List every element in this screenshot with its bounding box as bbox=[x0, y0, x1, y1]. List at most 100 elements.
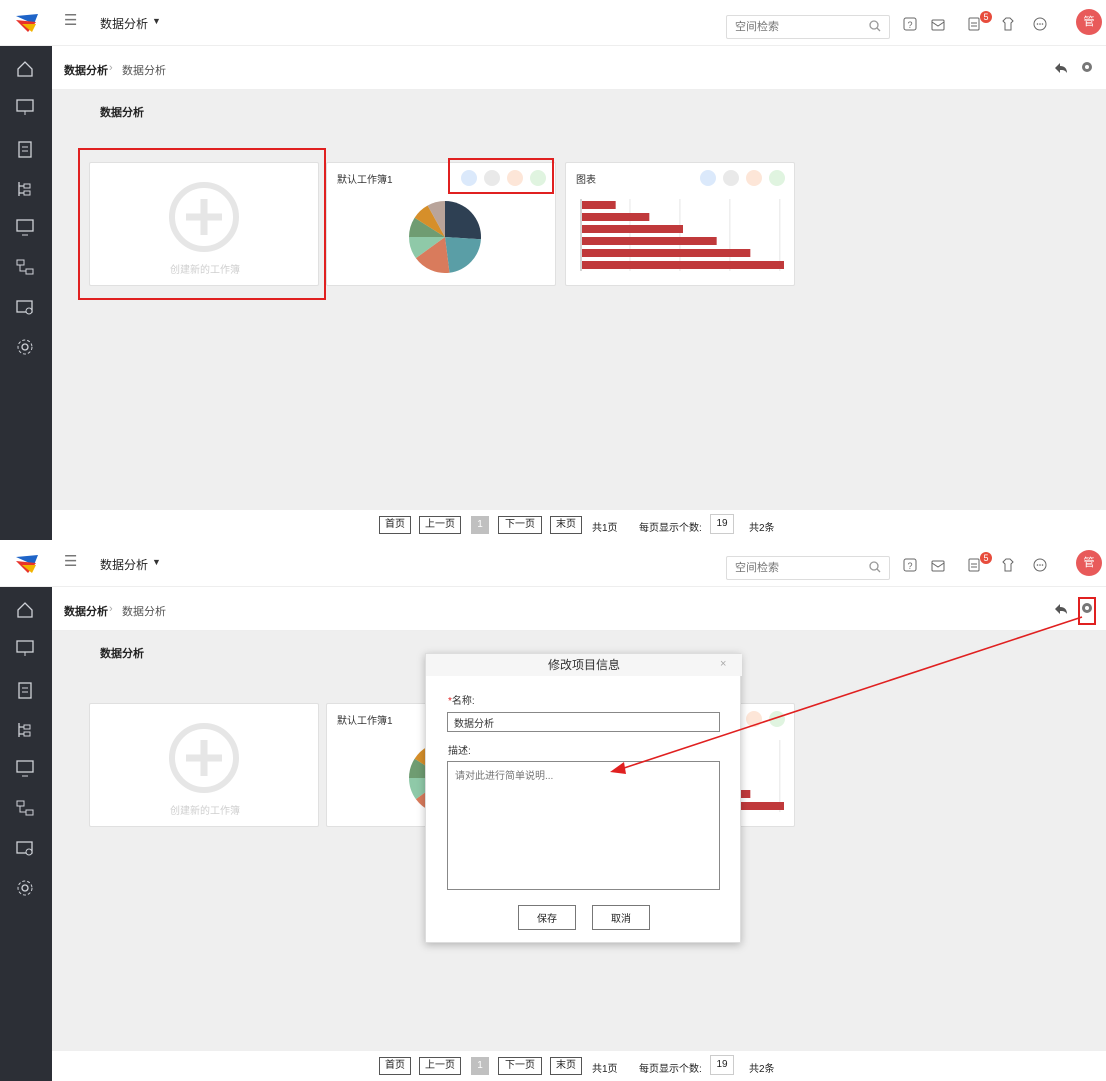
sidebar bbox=[0, 587, 52, 1081]
last-page-button[interactable]: 末页 bbox=[550, 516, 582, 534]
page-size-input[interactable]: 19 bbox=[710, 1055, 734, 1075]
page-size-input[interactable]: 19 bbox=[710, 514, 734, 534]
breadcrumb-root[interactable]: 数据分析 bbox=[64, 62, 108, 78]
back-icon[interactable] bbox=[1054, 603, 1068, 615]
search-input[interactable] bbox=[726, 15, 890, 39]
settings-icon[interactable] bbox=[1080, 60, 1094, 74]
app-title[interactable]: 数据分析 bbox=[100, 15, 148, 32]
help-icon[interactable]: ? bbox=[902, 16, 918, 32]
first-page-button[interactable]: 首页 bbox=[379, 1057, 411, 1075]
workbook-card-title: 默认工作簿1 bbox=[337, 175, 393, 186]
bar bbox=[582, 261, 784, 269]
share-icon[interactable] bbox=[769, 711, 785, 727]
next-page-button[interactable]: 下一页 bbox=[498, 1057, 542, 1075]
pagination: 首页 上一页 1 下一页 末页 共1页 每页显示个数: 19 共2条 bbox=[52, 510, 1106, 540]
save-button[interactable]: 保存 bbox=[518, 905, 576, 930]
presentation-icon[interactable] bbox=[14, 637, 36, 659]
skin-icon[interactable] bbox=[1000, 16, 1016, 32]
cancel-button[interactable]: 取消 bbox=[592, 905, 650, 930]
avatar[interactable]: 管 bbox=[1076, 9, 1102, 35]
plus-circle-icon bbox=[169, 723, 239, 793]
last-page-button[interactable]: 末页 bbox=[550, 1057, 582, 1075]
pie-slice bbox=[445, 201, 481, 240]
top-bar: ☰ 数据分析 ▼ ? 5 管 bbox=[0, 0, 1106, 46]
total-items: 共2条 bbox=[749, 523, 775, 534]
search-icon[interactable] bbox=[868, 560, 882, 574]
skin-icon[interactable] bbox=[1000, 557, 1016, 573]
home-icon[interactable] bbox=[14, 599, 36, 621]
flow-icon[interactable] bbox=[14, 256, 36, 278]
help-icon[interactable]: ? bbox=[902, 557, 918, 573]
bar bbox=[582, 237, 717, 245]
close-icon[interactable]: × bbox=[720, 658, 726, 670]
menu-toggle-icon[interactable]: ☰ bbox=[64, 13, 80, 29]
back-icon[interactable] bbox=[1054, 62, 1068, 74]
screenshot-panel-top: ☰ 数据分析 ▼ ? 5 管 数据分析 › 数据分析 数据分析 创建新的工作簿 bbox=[0, 0, 1106, 540]
pagination: 首页 上一页 1 下一页 末页 共1页 每页显示个数: 19 共2条 bbox=[52, 1051, 1106, 1081]
breadcrumb-current: 数据分析 bbox=[122, 65, 166, 77]
app-title[interactable]: 数据分析 bbox=[100, 556, 148, 573]
bar bbox=[582, 213, 650, 221]
bar bbox=[582, 201, 616, 209]
gear-icon[interactable] bbox=[14, 877, 36, 899]
search-input[interactable] bbox=[726, 556, 890, 580]
create-workbook-label: 创建新的工作簿 bbox=[170, 806, 240, 817]
more-icon[interactable] bbox=[1032, 16, 1048, 32]
top-bar: ☰ 数据分析 ▼ ? 5 管 bbox=[0, 541, 1106, 587]
breadcrumb-bar: 数据分析 › 数据分析 bbox=[52, 46, 1106, 90]
name-label-text: 名称: bbox=[451, 696, 475, 707]
page-size-label: 每页显示个数: bbox=[639, 1064, 702, 1075]
workbook-card-title: 默认工作簿1 bbox=[337, 716, 393, 727]
search-icon[interactable] bbox=[868, 19, 882, 33]
home-icon[interactable] bbox=[14, 58, 36, 80]
current-page[interactable]: 1 bbox=[471, 1057, 489, 1075]
breadcrumb-root[interactable]: 数据分析 bbox=[64, 603, 108, 619]
mail-icon[interactable] bbox=[930, 16, 946, 32]
more-icon[interactable] bbox=[1032, 557, 1048, 573]
section-title: 数据分析 bbox=[100, 648, 144, 660]
current-page[interactable]: 1 bbox=[471, 516, 489, 534]
notification-badge: 5 bbox=[980, 552, 992, 564]
device-settings-icon[interactable] bbox=[14, 296, 36, 318]
monitor-icon[interactable] bbox=[14, 757, 36, 779]
chevron-down-icon[interactable]: ▼ bbox=[152, 557, 161, 567]
desc-label: 描述: bbox=[448, 746, 471, 757]
tree-icon[interactable] bbox=[14, 719, 36, 741]
svg-text:?: ? bbox=[907, 20, 912, 30]
next-page-button[interactable]: 下一页 bbox=[498, 516, 542, 534]
mail-icon[interactable] bbox=[930, 557, 946, 573]
monitor-icon[interactable] bbox=[14, 216, 36, 238]
section-title: 数据分析 bbox=[100, 107, 144, 119]
menu-toggle-icon[interactable]: ☰ bbox=[64, 554, 80, 570]
prev-page-button[interactable]: 上一页 bbox=[419, 1057, 461, 1075]
flow-icon[interactable] bbox=[14, 797, 36, 819]
edit-icon[interactable] bbox=[700, 170, 716, 186]
breadcrumb-separator: › bbox=[109, 603, 113, 615]
copy-icon[interactable] bbox=[723, 170, 739, 186]
chevron-down-icon[interactable]: ▼ bbox=[152, 16, 161, 26]
device-settings-icon[interactable] bbox=[14, 837, 36, 859]
create-workbook-card[interactable]: 创建新的工作簿 bbox=[89, 703, 319, 827]
presentation-icon[interactable] bbox=[14, 96, 36, 118]
clipboard-icon[interactable] bbox=[14, 138, 36, 160]
bar bbox=[582, 249, 751, 257]
first-page-button[interactable]: 首页 bbox=[379, 516, 411, 534]
chart-card[interactable]: 图表 bbox=[565, 162, 795, 286]
name-field[interactable] bbox=[447, 712, 720, 732]
share-icon[interactable] bbox=[769, 170, 785, 186]
delete-icon[interactable] bbox=[746, 711, 762, 727]
notification-badge: 5 bbox=[980, 11, 992, 23]
clipboard-icon[interactable] bbox=[14, 679, 36, 701]
pie-slice bbox=[445, 237, 481, 273]
avatar[interactable]: 管 bbox=[1076, 550, 1102, 576]
total-pages: 共1页 bbox=[592, 523, 618, 534]
tree-icon[interactable] bbox=[14, 178, 36, 200]
breadcrumb-bar: 数据分析 › 数据分析 bbox=[52, 587, 1106, 631]
gear-icon[interactable] bbox=[14, 336, 36, 358]
delete-icon[interactable] bbox=[746, 170, 762, 186]
description-field[interactable] bbox=[447, 761, 720, 890]
prev-page-button[interactable]: 上一页 bbox=[419, 516, 461, 534]
bar-chart bbox=[580, 199, 784, 271]
chart-card-title: 图表 bbox=[576, 175, 596, 186]
app-logo-icon bbox=[16, 14, 38, 32]
